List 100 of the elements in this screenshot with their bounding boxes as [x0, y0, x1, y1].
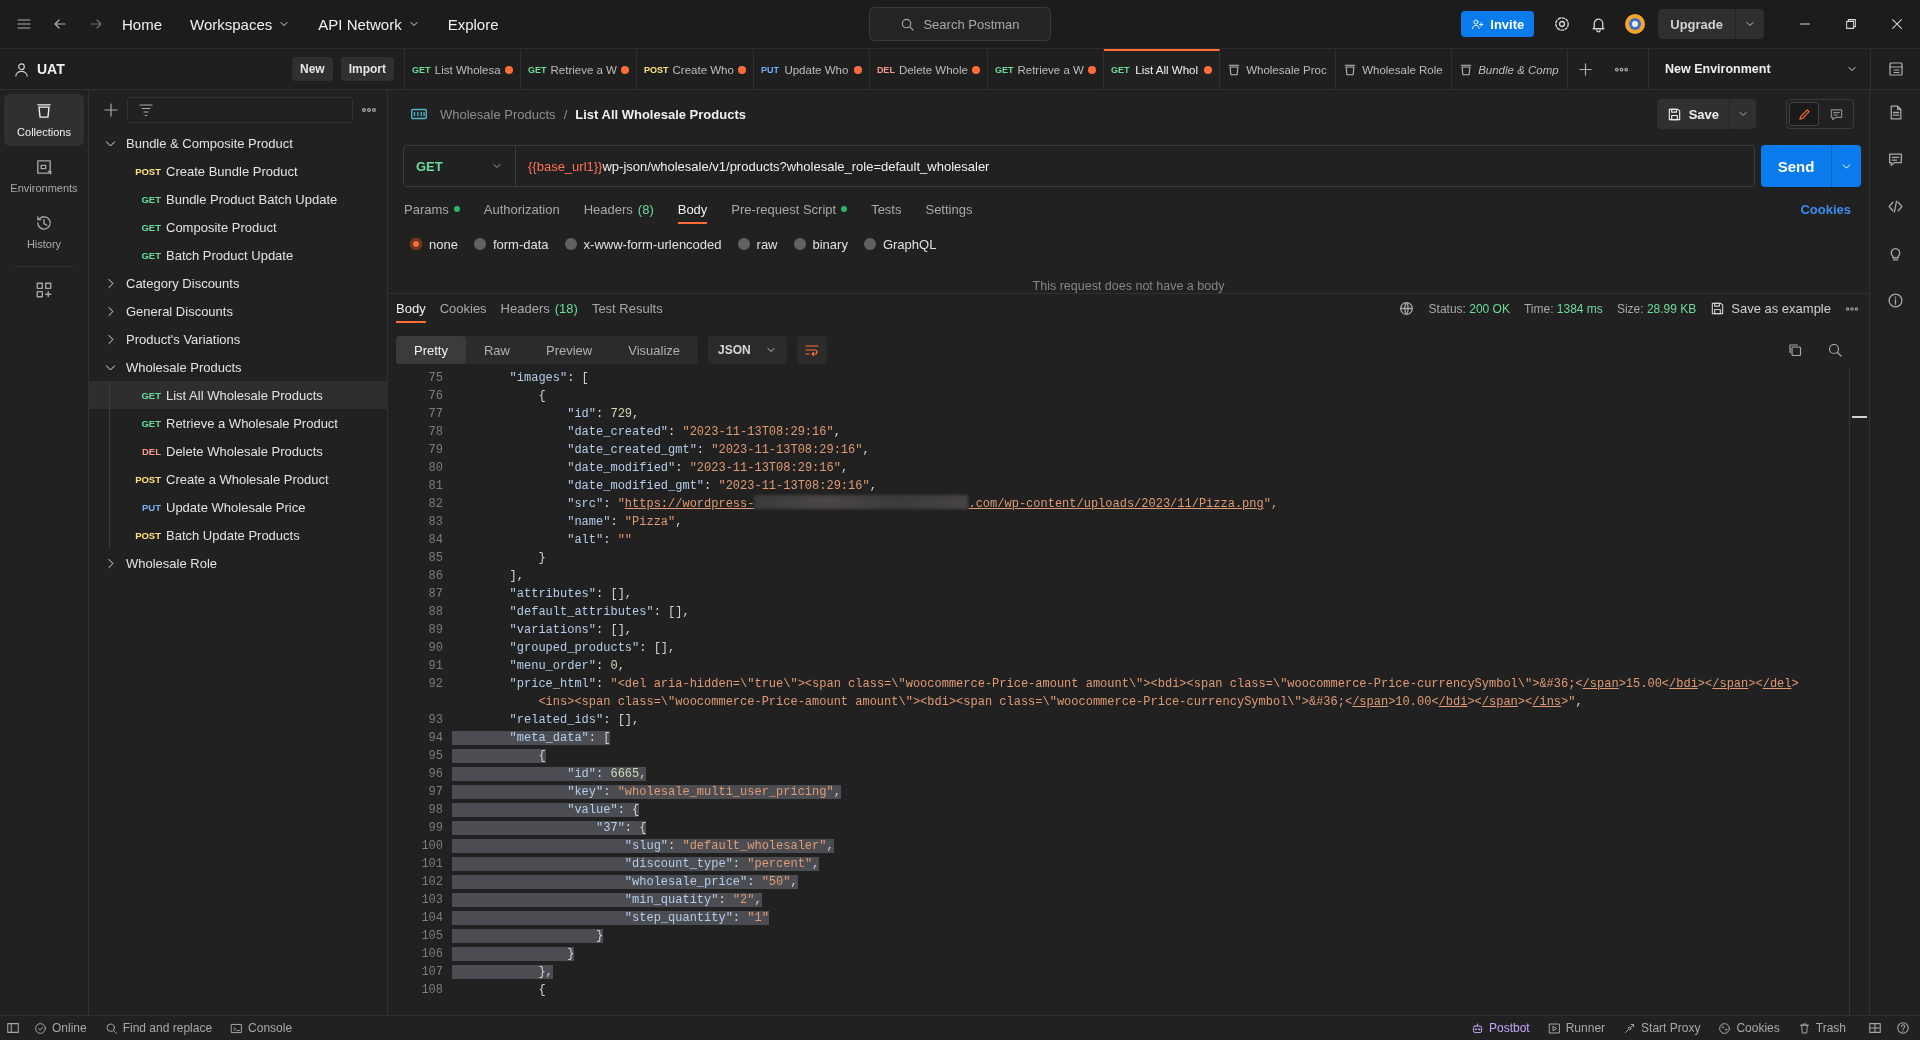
- nav-menu[interactable]: API Network: [310, 9, 428, 39]
- code-snippet-button[interactable]: [1886, 198, 1904, 215]
- status-bar-item[interactable]: Online: [34, 1021, 87, 1035]
- request-tab[interactable]: Wholesale Proc: [1219, 49, 1336, 89]
- view-mode-tab[interactable]: Raw: [465, 336, 528, 364]
- request-section-tab[interactable]: Authorization: [483, 194, 560, 224]
- status-bar-item[interactable]: Runner: [1547, 1021, 1606, 1035]
- request-tab[interactable]: DEL Delete Whole: [869, 49, 988, 89]
- nav-link[interactable]: Explore: [439, 9, 507, 39]
- radio-button[interactable]: [410, 238, 422, 250]
- robot-icon: [1471, 1021, 1484, 1035]
- request-item[interactable]: GET Batch Product Update: [89, 241, 387, 269]
- radio-button[interactable]: [793, 238, 806, 250]
- format-dropdown[interactable]: JSON: [708, 336, 787, 364]
- request-item[interactable]: GET Composite Product: [89, 213, 387, 241]
- invite-button[interactable]: Invite: [1461, 11, 1535, 37]
- request-tab[interactable]: GET Retrieve a W: [987, 49, 1104, 89]
- add-button[interactable]: [103, 102, 119, 118]
- request-tab[interactable]: GET List All Whol: [1103, 49, 1220, 89]
- help-button[interactable]: [1896, 1021, 1910, 1035]
- status-bar-item[interactable]: Trash: [1797, 1021, 1846, 1035]
- sidebar-nav-item[interactable]: Collections: [4, 94, 84, 146]
- request-section-tab[interactable]: Pre-request Script: [731, 194, 848, 224]
- workspace-button[interactable]: New: [291, 57, 333, 81]
- search-field[interactable]: Search Postman: [869, 7, 1051, 41]
- radio-button[interactable]: [737, 238, 750, 250]
- workspace-button[interactable]: Import: [340, 57, 394, 81]
- folder-item[interactable]: Wholesale Products: [89, 353, 387, 381]
- folder-item[interactable]: Wholesale Role: [89, 549, 387, 577]
- body-type-option[interactable]: form-data: [473, 236, 549, 252]
- status-bar-item[interactable]: Console: [230, 1021, 293, 1035]
- method-dropdown[interactable]: GET: [404, 146, 516, 186]
- copy-button[interactable]: [1787, 342, 1803, 358]
- response-tab[interactable]: Body: [396, 294, 426, 323]
- request-section-tab[interactable]: Body: [677, 194, 708, 224]
- code-line: "id": 729,: [566, 407, 640, 421]
- code-line: "date_modified": "2023-11-13T08:29:16",: [566, 461, 849, 475]
- response-tab[interactable]: Cookies: [439, 294, 487, 323]
- view-mode-tab[interactable]: Preview: [528, 336, 611, 364]
- body-type-option[interactable]: binary: [793, 236, 848, 252]
- radio-button[interactable]: [473, 238, 486, 250]
- avatar-icon[interactable]: [1624, 13, 1647, 35]
- view-mode-tab[interactable]: Pretty: [396, 336, 466, 364]
- request-tab[interactable]: Wholesale Role: [1335, 49, 1452, 89]
- info-button[interactable]: [1886, 292, 1904, 309]
- code-line: "default_attributes": [],: [508, 605, 690, 619]
- two-pane-button[interactable]: [1868, 1021, 1882, 1035]
- request-tab[interactable]: POST Create Who: [637, 49, 754, 89]
- folder-item[interactable]: Category Discounts: [89, 269, 387, 297]
- response-tab[interactable]: Test Results: [591, 294, 663, 323]
- response-tab[interactable]: Headers (18): [500, 294, 578, 323]
- body-type-option[interactable]: raw: [737, 236, 778, 252]
- scroll-marker: [1852, 416, 1867, 418]
- request-item[interactable]: POST Create Bundle Product: [89, 157, 387, 185]
- sidebar-nav-item[interactable]: Environments: [4, 150, 84, 202]
- save-as-example-button[interactable]: Save as example: [1710, 301, 1831, 316]
- line-number: 77: [428, 407, 443, 421]
- folder-item[interactable]: General Discounts: [89, 297, 387, 325]
- code-link[interactable]: .com/wp-content/uploads/2023/11/Pizza.png: [968, 497, 1264, 511]
- pencil-icon: [1796, 106, 1812, 122]
- view-mode-tab[interactable]: Visualize: [610, 336, 699, 364]
- radio-button[interactable]: [564, 238, 577, 250]
- folder-item[interactable]: Product's Variations: [89, 325, 387, 353]
- request-item[interactable]: GET List All Wholesale Products: [89, 381, 387, 409]
- radio-button[interactable]: [863, 238, 876, 250]
- cookies-link[interactable]: Cookies: [1800, 201, 1851, 217]
- request-tab[interactable]: GET List Wholesa: [405, 49, 521, 89]
- code-link[interactable]: https://wordpress-: [624, 497, 755, 511]
- url-field[interactable]: {{base_url1}}wp-json/wholesale/v1/products?wholesale_role=default_wholesaler: [516, 146, 1754, 186]
- environment-dropdown[interactable]: New Environment: [1648, 49, 1870, 89]
- request-section-tab[interactable]: Tests: [871, 194, 902, 224]
- request-section-tab[interactable]: Headers (8): [583, 194, 654, 224]
- edit-button[interactable]: [1789, 102, 1819, 126]
- request-section-tab[interactable]: Params: [404, 194, 460, 224]
- request-section-tab[interactable]: Settings: [925, 194, 973, 224]
- status-bar-item[interactable]: Start Proxy: [1623, 1021, 1701, 1035]
- breadcrumb-link[interactable]: Wholesale Products: [440, 106, 556, 122]
- filter-field[interactable]: [127, 97, 353, 123]
- status-bar-item[interactable]: Cookies: [1718, 1021, 1780, 1035]
- request-item[interactable]: GET Bundle Product Batch Update: [89, 185, 387, 213]
- code-line: "alt": "": [566, 533, 633, 547]
- comments-button[interactable]: [1886, 151, 1904, 168]
- sidebar-nav-item[interactable]: History: [4, 206, 84, 258]
- folder-item[interactable]: Bundle & Composite Product: [89, 129, 387, 157]
- request-tab[interactable]: GET Retrieve a W: [521, 49, 637, 89]
- wrap-lines-button[interactable]: [796, 336, 827, 364]
- toggle-sidebar-button[interactable]: [6, 1021, 20, 1035]
- nav-menu[interactable]: Workspaces: [182, 9, 299, 39]
- request-tab[interactable]: PUT Update Who: [753, 49, 870, 89]
- body-type-option[interactable]: none: [410, 236, 458, 252]
- status-bar-item[interactable]: Postbot: [1471, 1021, 1530, 1035]
- body-type-option[interactable]: x-www-form-urlencoded: [564, 236, 722, 252]
- request-tab[interactable]: Bundle & Comp: [1451, 49, 1568, 89]
- status-bar-item[interactable]: Find and replace: [104, 1021, 213, 1035]
- body-type-option[interactable]: GraphQL: [863, 236, 937, 252]
- trash-icon: [1797, 1021, 1811, 1035]
- help-icon: [1896, 1021, 1910, 1035]
- search-button[interactable]: [1827, 342, 1843, 358]
- code-line: "attributes": [],: [508, 587, 633, 601]
- nav-link[interactable]: Home: [114, 9, 170, 39]
